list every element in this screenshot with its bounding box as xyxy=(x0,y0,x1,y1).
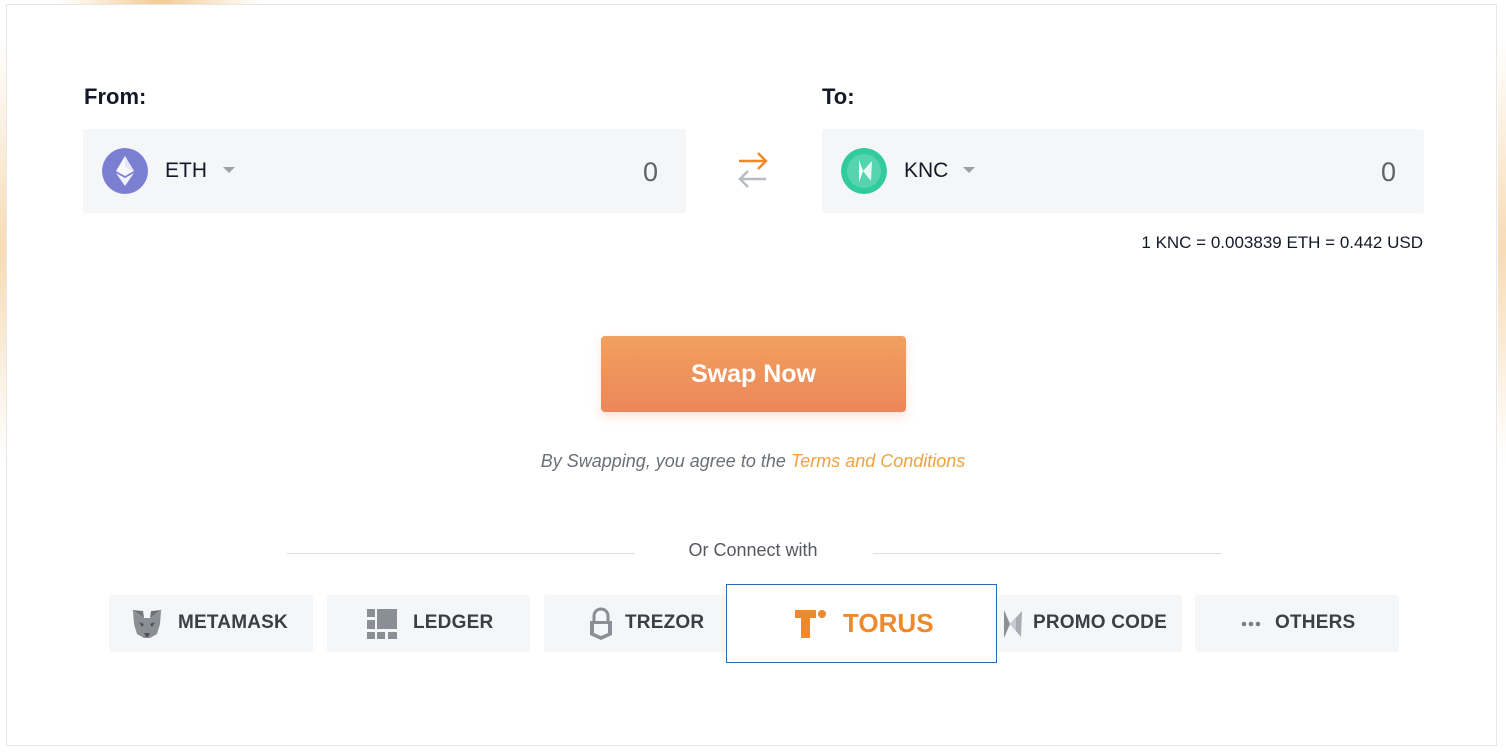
divider-right xyxy=(873,553,1221,554)
metamask-label[interactable]: METAMASK xyxy=(178,612,288,634)
torus-icon xyxy=(795,610,826,638)
others-button[interactable]: OTHERS xyxy=(1195,595,1399,652)
trezor-button[interactable]: TREZOR xyxy=(544,595,744,652)
torus-label[interactable]: TORUS xyxy=(843,608,934,639)
terms-notice: By Swapping, you agree to the Terms and … xyxy=(0,451,1506,472)
ledger-button[interactable]: LEDGER xyxy=(327,595,530,652)
terms-link[interactable]: Terms and Conditions xyxy=(791,451,965,471)
torus-button[interactable]: TORUS xyxy=(726,584,997,663)
trezor-lock-icon xyxy=(590,607,612,640)
exchange-rate: 1 KNC = 0.003839 ETH = 0.442 USD xyxy=(1141,233,1423,252)
divider-left xyxy=(287,553,635,554)
ethereum-icon xyxy=(102,148,148,194)
app-frame: From: ETH 0 To: KNC 0 1 KNC = 0.003839 E… xyxy=(0,0,1506,754)
connect-label: Or Connect with xyxy=(688,540,818,560)
kyber-icon xyxy=(841,148,887,194)
to-label: To: xyxy=(822,84,855,109)
terms-prefix: By Swapping, you agree to the xyxy=(540,451,791,471)
to-token-symbol[interactable]: KNC xyxy=(904,159,948,183)
to-token-field[interactable]: KNC 0 xyxy=(822,129,1424,213)
chevron-down-icon[interactable] xyxy=(963,167,975,173)
kyber-icon xyxy=(1004,610,1022,638)
ledger-label[interactable]: LEDGER xyxy=(413,612,493,634)
promo-code-button[interactable]: PROMO CODE xyxy=(996,595,1182,652)
others-label[interactable]: OTHERS xyxy=(1275,612,1355,634)
promo-code-label[interactable]: PROMO CODE xyxy=(1033,612,1167,634)
from-label: From: xyxy=(84,84,147,109)
more-dots-icon xyxy=(1241,621,1261,627)
ledger-icon xyxy=(367,609,397,639)
background-glow-right xyxy=(1498,40,1506,460)
metamask-fox-icon xyxy=(132,610,162,638)
chevron-down-icon[interactable] xyxy=(223,167,235,173)
metamask-button[interactable]: METAMASK xyxy=(109,595,313,652)
from-amount-input[interactable]: 0 xyxy=(643,157,658,188)
from-token-symbol[interactable]: ETH xyxy=(165,159,207,183)
swap-now-button[interactable]: Swap Now xyxy=(601,336,906,412)
to-amount-input[interactable]: 0 xyxy=(1381,157,1396,188)
from-token-field[interactable]: ETH 0 xyxy=(83,129,686,213)
swap-direction-icon[interactable] xyxy=(735,148,771,192)
trezor-label[interactable]: TREZOR xyxy=(625,612,704,634)
